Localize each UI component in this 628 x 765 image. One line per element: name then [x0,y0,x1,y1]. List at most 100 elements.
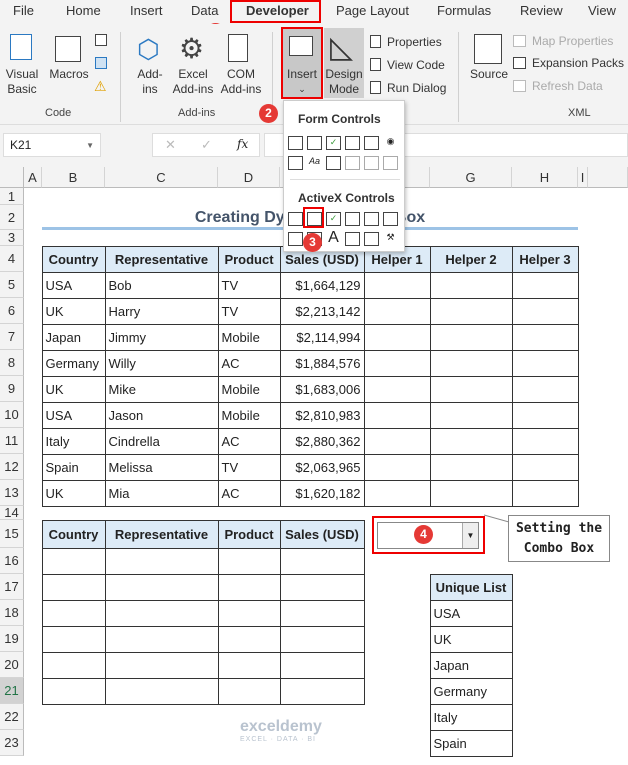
form-list-box-icon[interactable] [364,136,379,150]
form-label-icon[interactable]: Aa [307,156,322,170]
expansion-packs-button[interactable]: Expansion Packs [532,56,624,70]
relative-references-icon[interactable] [95,57,107,69]
separator [458,32,459,122]
table-cell: Cindrella [104,427,219,455]
form-text-field-icon[interactable] [345,156,360,170]
table-cell [279,573,365,601]
refresh-data-button[interactable]: Refresh Data [532,79,603,93]
map-properties-button[interactable]: Map Properties [532,34,613,48]
row-header-7[interactable]: 7 [0,324,24,350]
table-cell: Spain [41,453,106,481]
form-combo-drop-down-edit-icon[interactable] [383,156,398,170]
view-code-button[interactable]: View Code [387,58,445,72]
form-spin-button-icon[interactable] [345,136,360,150]
callout-note: Setting the Combo Box [508,515,610,562]
table-cell [217,573,281,601]
row-header-19[interactable]: 19 [0,626,24,652]
form-check-box-icon[interactable]: ✓ [326,136,341,150]
properties-button[interactable]: Properties [387,35,442,49]
column-header-d[interactable]: D [218,167,280,188]
activex-label-icon[interactable]: A [326,230,341,246]
row-header-14[interactable]: 14 [0,505,24,520]
row-header-4[interactable]: 4 [0,246,24,272]
form-option-button-icon[interactable]: ◉ [383,136,398,150]
row-header-8[interactable]: 8 [0,350,24,376]
visual-basic-button[interactable]: Visual Basic [4,67,40,97]
column-header-b[interactable]: B [42,167,105,188]
column-header-h[interactable]: H [512,167,578,188]
tab-review[interactable]: Review [520,3,563,18]
form-group-box-icon[interactable] [288,156,303,170]
row-header-16[interactable]: 16 [0,548,24,574]
column-header-a[interactable]: A [24,167,42,188]
column-header-g[interactable]: G [430,167,512,188]
table-cell [279,547,365,575]
form-combo-box-icon[interactable] [307,136,322,150]
row-header-3[interactable]: 3 [0,230,24,246]
tab-page-layout[interactable]: Page Layout [336,3,409,18]
row-header-9[interactable]: 9 [0,376,24,402]
column-header-i[interactable]: I [578,167,588,188]
tab-view[interactable]: View [588,3,616,18]
macros-button[interactable]: Macros [47,67,91,82]
insert-function-icon[interactable]: fx [237,137,248,151]
form-button-icon[interactable] [288,136,303,150]
table-cell: $2,213,142 [279,297,365,325]
row-header-15[interactable]: 15 [0,520,24,548]
table-cell [429,323,513,351]
tab-data[interactable]: Data [191,3,218,18]
source-button[interactable]: Source [468,67,510,82]
activex-check-box-icon[interactable]: ✓ [326,212,341,226]
activex-list-box-icon[interactable] [345,212,360,226]
form-combo-list-edit-icon[interactable] [364,156,379,170]
row-header-12[interactable]: 12 [0,454,24,480]
row-header-20[interactable]: 20 [0,652,24,678]
enter-icon[interactable]: ✓ [201,137,212,153]
table-cell [217,625,281,653]
design-mode-button[interactable]: ◺ Design Mode [324,28,364,98]
column-header-c[interactable]: C [105,167,218,188]
row-header-21[interactable]: 21 [0,678,24,704]
column-header-j[interactable] [588,167,628,188]
row-header-1[interactable]: 1 [0,188,24,205]
row-header-22[interactable]: 22 [0,704,24,730]
macro-security-icon[interactable]: ⚠ [94,78,107,95]
row-header-13[interactable]: 13 [0,480,24,506]
table-cell: UK [41,479,106,507]
run-dialog-button[interactable]: Run Dialog [387,81,446,95]
select-all-button[interactable] [0,167,24,188]
form-scroll-bar-icon[interactable] [326,156,341,170]
activex-scroll-bar-icon[interactable] [383,212,398,226]
row-header-17[interactable]: 17 [0,574,24,600]
tab-insert[interactable]: Insert [130,3,163,18]
name-box[interactable]: K21 ▼ [3,133,101,157]
record-macro-icon[interactable] [95,34,107,46]
table-cell [217,599,281,627]
chevron-down-icon[interactable]: ▼ [86,141,94,150]
row-header-18[interactable]: 18 [0,600,24,626]
row-header-6[interactable]: 6 [0,298,24,324]
row-header-5[interactable]: 5 [0,272,24,298]
row-header-10[interactable]: 10 [0,402,24,428]
com-addins-button[interactable]: COM Add-ins [218,67,264,97]
activex-image-icon[interactable] [345,232,360,246]
row-header-11[interactable]: 11 [0,428,24,454]
table-cell [511,427,579,455]
activex-more-controls-icon[interactable]: ⚒ [383,232,398,246]
row-header-2[interactable]: 2 [0,205,24,230]
table-cell [511,453,579,481]
cancel-icon[interactable]: ✕ [165,137,176,153]
tab-formulas[interactable]: Formulas [437,3,491,18]
activex-spin-button-icon[interactable] [288,232,303,246]
table-cell: TV [217,297,281,325]
row-header-23[interactable]: 23 [0,730,24,756]
tab-file[interactable]: File [13,3,34,18]
activex-toggle-button-icon[interactable] [364,232,379,246]
addins-button[interactable]: Add-ins [132,67,168,97]
source-icon [474,34,502,64]
activex-command-button-icon[interactable] [288,212,303,226]
excel-addins-button[interactable]: Excel Add-ins [170,67,216,97]
activex-text-box-icon[interactable] [364,212,379,226]
tab-home[interactable]: Home [66,3,101,18]
table-cell [217,677,281,705]
